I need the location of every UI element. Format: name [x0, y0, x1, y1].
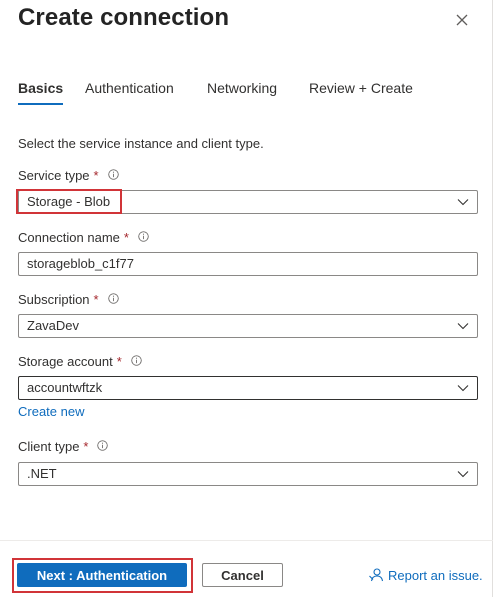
storage-account-label: Storage account *: [18, 354, 142, 369]
required-marker: *: [116, 354, 122, 369]
info-icon[interactable]: [138, 231, 149, 242]
report-issue-link[interactable]: Report an issue.: [368, 567, 483, 583]
cancel-button[interactable]: Cancel: [202, 563, 283, 587]
dialog-title: Create connection: [18, 4, 230, 31]
tab-review-create[interactable]: Review + Create: [309, 79, 413, 107]
subscription-label-text: Subscription: [18, 292, 90, 307]
close-icon: [456, 14, 468, 26]
subscription-value: ZavaDev: [27, 318, 80, 333]
required-marker: *: [123, 230, 129, 245]
chevron-down-icon: [457, 471, 469, 478]
service-type-value: Storage - Blob: [27, 194, 111, 209]
close-button[interactable]: [450, 8, 474, 32]
required-marker: *: [93, 292, 99, 307]
chevron-down-icon: [457, 323, 469, 330]
client-type-select[interactable]: .NET: [18, 462, 478, 486]
footer-divider: [0, 540, 493, 541]
feedback-person-icon: [369, 568, 384, 582]
info-icon[interactable]: [107, 293, 119, 304]
info-icon[interactable]: [97, 440, 109, 451]
chevron-down-icon: [457, 385, 469, 392]
service-type-label: Service type *: [18, 168, 119, 183]
subscription-select[interactable]: ZavaDev: [18, 314, 478, 338]
connection-name-label: Connection name *: [18, 230, 149, 245]
create-new-link[interactable]: Create new: [18, 404, 84, 419]
chevron-down-icon: [457, 199, 469, 206]
required-marker: *: [93, 168, 99, 183]
service-type-label-text: Service type: [18, 168, 90, 183]
tab-authentication[interactable]: Authentication: [85, 79, 174, 107]
connection-name-input[interactable]: storageblob_c1f77: [18, 252, 478, 276]
intro-text: Select the service instance and client t…: [18, 136, 264, 151]
next-authentication-button[interactable]: Next : Authentication: [17, 563, 187, 587]
storage-account-select[interactable]: accountwftzk: [18, 376, 478, 400]
client-type-label-text: Client type: [18, 439, 80, 454]
report-issue-text: Report an issue.: [388, 567, 483, 583]
tab-networking[interactable]: Networking: [207, 79, 277, 107]
info-icon[interactable]: [107, 169, 119, 180]
client-type-value: .NET: [27, 466, 57, 481]
info-icon[interactable]: [131, 355, 142, 366]
subscription-label: Subscription *: [18, 292, 119, 307]
connection-name-label-text: Connection name: [18, 230, 120, 245]
required-marker: *: [83, 439, 89, 454]
storage-account-value: accountwftzk: [27, 380, 103, 395]
storage-account-label-text: Storage account: [18, 354, 113, 369]
client-type-label: Client type *: [18, 439, 109, 454]
connection-name-value: storageblob_c1f77: [27, 256, 134, 271]
service-type-select[interactable]: Storage - Blob: [18, 190, 478, 214]
tab-basics[interactable]: Basics: [18, 79, 64, 107]
